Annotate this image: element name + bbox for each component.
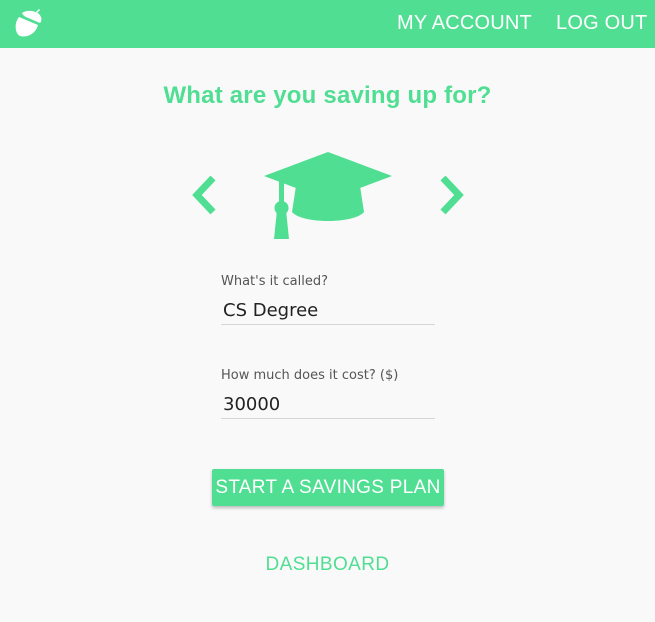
log-out-link[interactable]: LOG OUT [556,0,647,48]
acorn-icon[interactable] [14,9,44,39]
goal-name-label: What's it called? [221,274,328,289]
goal-cost-input[interactable] [221,391,435,419]
goal-cost-label: How much does it cost? ($) [221,368,399,383]
goal-name-input[interactable] [221,297,435,325]
start-savings-plan-button[interactable]: START A SAVINGS PLAN [212,469,444,506]
graduation-cap-icon [262,152,394,242]
my-account-link[interactable]: MY ACCOUNT [397,0,532,48]
page-title: What are you saving up for? [163,82,492,109]
chevron-right-icon[interactable] [437,174,467,216]
top-navigation-bar: MY ACCOUNT LOG OUT [0,0,655,48]
dashboard-link[interactable]: DASHBOARD [0,554,655,576]
chevron-left-icon[interactable] [189,174,219,216]
